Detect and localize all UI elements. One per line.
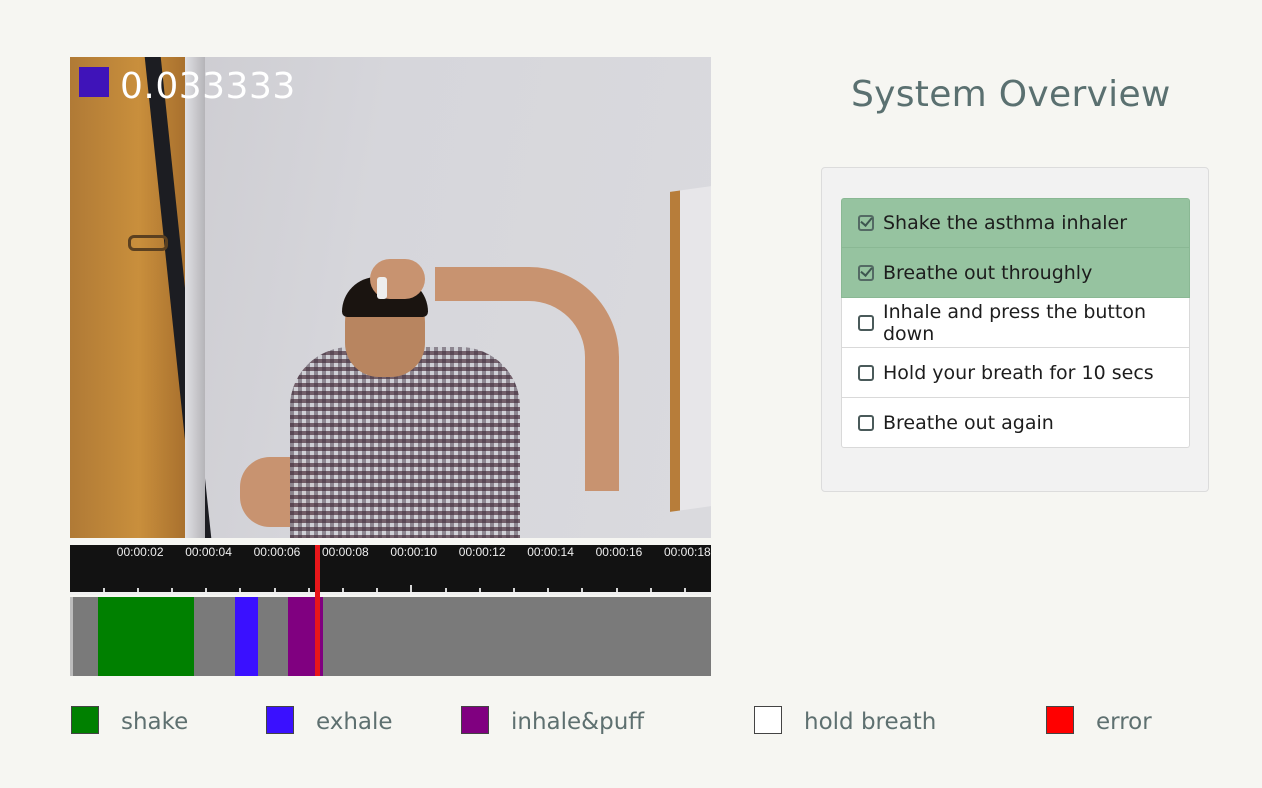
timeline[interactable]: 00:00:02 00:00:04 00:00:06 00:00:08 00:00:10… xyxy=(70,545,711,676)
video-class-swatch xyxy=(79,67,109,97)
legend-swatch-shake xyxy=(71,706,99,734)
legend-label-hold-breath: hold breath xyxy=(804,709,937,735)
video-inhaler xyxy=(377,277,387,299)
video-person-arm-right xyxy=(435,267,619,491)
step-breathe-out-again[interactable]: Breathe out again xyxy=(841,398,1190,448)
checkbox-icon[interactable] xyxy=(858,264,874,281)
timeline-playhead[interactable] xyxy=(314,545,320,676)
legend-swatch-exhale xyxy=(266,706,294,734)
checkbox-icon[interactable] xyxy=(858,215,874,231)
step-label: Inhale and press the button down xyxy=(883,300,1146,345)
timeline-tick-label: 00:00:02 xyxy=(116,545,164,559)
timeline-segment-exhale[interactable] xyxy=(234,597,259,676)
legend-label-inhale-puff: inhale&puff xyxy=(511,709,645,735)
video-door-frame xyxy=(185,57,205,538)
step-inhale-press[interactable]: Inhale and press the button down xyxy=(841,298,1190,348)
legend-label-shake: shake xyxy=(121,709,189,735)
video-score-value: 0.033333 xyxy=(120,66,296,107)
video-whiteboard xyxy=(670,182,711,512)
legend-swatch-error xyxy=(1046,706,1074,734)
step-shake[interactable]: Shake the asthma inhaler xyxy=(841,198,1190,248)
video-door-handle xyxy=(128,235,168,251)
step-label: Shake the asthma inhaler xyxy=(883,212,1128,234)
timeline-segment-shake[interactable] xyxy=(97,597,194,676)
overview-checklist: Shake the asthma inhaler Breathe out thr… xyxy=(841,198,1190,448)
overview-title: System Overview xyxy=(851,74,1171,115)
checkbox-icon[interactable] xyxy=(858,314,874,331)
legend-label-exhale: exhale xyxy=(316,709,393,735)
timeline-tick-label: 00:00:18 xyxy=(664,545,711,559)
legend-swatch-inhale-puff xyxy=(461,706,489,734)
step-label: Breathe out throughly xyxy=(883,261,1093,284)
timeline-tick-label: 00:00:12 xyxy=(458,545,506,559)
step-breathe-out[interactable]: Breathe out throughly xyxy=(841,248,1190,298)
step-label: Hold your breath for 10 secs xyxy=(883,361,1154,384)
step-label: Breathe out again xyxy=(883,411,1054,434)
legend-label-error: error xyxy=(1096,709,1152,735)
timeline-track-edge xyxy=(70,597,73,676)
timeline-tick-label: 00:00:16 xyxy=(595,545,643,559)
timeline-ruler-baseline xyxy=(70,592,711,595)
checkbox-icon[interactable] xyxy=(858,364,874,381)
timeline-tick-label: 00:00:10 xyxy=(390,545,438,559)
timeline-tick-label: 00:00:14 xyxy=(527,545,574,559)
timeline-tick-label: 00:00:04 xyxy=(185,545,232,559)
timeline-ruler[interactable]: 00:00:02 00:00:04 00:00:06 00:00:08 00:00:10… xyxy=(70,545,711,594)
checkbox-icon[interactable] xyxy=(858,414,874,431)
timeline-tick-label: 00:00:06 xyxy=(253,545,301,559)
legend-swatch-hold-breath xyxy=(754,706,782,734)
video-person xyxy=(220,207,619,538)
video-frame xyxy=(70,57,711,538)
step-hold-breath[interactable]: Hold your breath for 10 secs xyxy=(841,348,1190,398)
timeline-tick-label: 00:00:08 xyxy=(322,545,369,559)
